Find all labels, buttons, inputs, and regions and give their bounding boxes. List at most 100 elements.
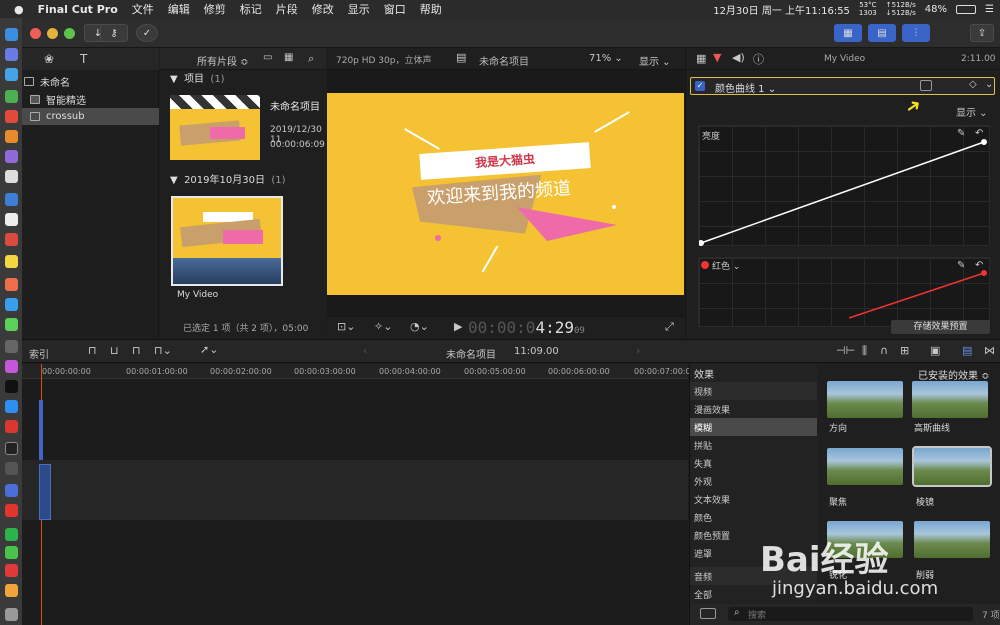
effects-tool-icon[interactable]: ✧⌄ [374,320,392,333]
category-video[interactable]: 视频 [690,382,817,400]
connect-clip-icon[interactable]: ⊓ [88,344,97,357]
minimize-window-button[interactable] [47,28,58,39]
insert-clip-icon[interactable]: ⊔ [110,344,119,357]
smart-collection-item[interactable]: 智能精选 [22,91,159,108]
speed-tool-icon[interactable]: ◔⌄ [410,320,429,333]
viewer-display-dropdown[interactable]: 显示 ⌄ [639,53,671,68]
battery-percent[interactable]: 48% [925,4,947,15]
library-item[interactable]: 未命名 [22,73,159,90]
category-blur[interactable]: 模糊 [690,418,817,436]
project-thumbnail[interactable] [170,95,260,160]
menu-file[interactable]: 文件 [132,1,154,17]
filmstrip-icon[interactable]: ▦ [284,52,293,63]
overwrite-clip-icon[interactable]: ⊓⌄ [154,344,172,357]
project-title[interactable]: 未命名项目 [270,98,320,113]
dock-launchpad-icon[interactable] [5,48,18,61]
dock-appstore-icon[interactable] [5,400,18,413]
calendar-date[interactable]: 12月30日 周一 上午11:16:55 [713,2,850,17]
append-clip-icon[interactable]: ⊓ [132,344,141,357]
dock-chrome-icon[interactable] [5,110,18,123]
category-looks[interactable]: 外观 [690,472,817,490]
dock-app-icon[interactable] [5,584,18,597]
effect-menu-icon[interactable]: ⌄ [985,79,993,90]
installed-effects-dropdown[interactable]: 已安装的效果 ≎ [918,367,990,382]
app-menu[interactable]: Final Cut Pro [38,3,118,16]
inspector-display-dropdown[interactable]: 显示 ⌄ [956,104,988,119]
effect-row[interactable]: ✓ 颜色曲线 1 ⌄ ◇ ⌄ [690,77,995,95]
show-browser-button[interactable]: ▦ [834,24,862,42]
skimming-icon[interactable]: ⊣⊢ [836,344,855,357]
menu-clip[interactable]: 片段 [276,1,298,17]
dock-app-icon[interactable] [5,380,18,393]
transitions-browser-icon[interactable]: ⋈ [984,344,995,357]
zoom-window-button[interactable] [64,28,75,39]
section-header-projects[interactable]: ▼ 项目 (1) [170,70,225,85]
clip-appearance-icon[interactable]: ▣ [930,344,940,357]
dock-app-icon[interactable] [5,360,18,373]
dock-trash-icon[interactable] [5,608,18,621]
timeline-ruler[interactable]: 00:00:00:00 00:00:01:00:00 00:00:02:00:0… [22,364,696,379]
effect-thumb-prism[interactable] [912,446,992,487]
dock-app-icon[interactable] [5,278,18,291]
fullscreen-icon[interactable]: ⤢ [665,320,674,334]
keyword-button[interactable]: ⚷ [100,24,128,42]
dock-finder-icon[interactable] [5,28,18,41]
menu-help[interactable]: 帮助 [420,1,442,17]
dock-app-icon[interactable] [5,340,18,353]
menu-modify[interactable]: 修改 [312,1,334,17]
play-button[interactable]: ▶ [454,320,462,333]
dock-app-icon[interactable] [5,462,18,475]
background-tasks-button[interactable]: ✓ [136,24,158,42]
close-window-button[interactable] [30,28,41,39]
library-photos-icon[interactable]: ❀ [44,52,54,66]
index-button[interactable]: 索引 [29,346,49,361]
effects-browser-icon[interactable]: ▤ [962,344,972,357]
dock-app-icon[interactable] [5,255,18,268]
effect-enable-checkbox[interactable]: ✓ [695,81,705,91]
control-center-icon[interactable]: ☰ [985,4,994,15]
category-tiling[interactable]: 拼贴 [690,436,817,454]
timeline-clip-bottom[interactable] [39,464,51,520]
dock-app-icon[interactable] [5,318,18,331]
category-distortion[interactable]: 失真 [690,454,817,472]
category-color[interactable]: 颜色 [690,508,817,526]
clip-thumbnail[interactable] [171,196,283,286]
effect-thumb-focus[interactable] [827,448,903,485]
event-item[interactable]: crossub [22,108,159,125]
timeline-area[interactable]: 00:00:00:00 00:00:01:00:00 00:00:02:00:0… [22,364,696,625]
category-text-effects[interactable]: 文本效果 [690,490,817,508]
dock-app-icon[interactable] [5,90,18,103]
dock-app-icon[interactable] [5,484,18,497]
timeline-clip-top[interactable] [39,400,43,460]
clip-appearance-icon[interactable]: ▭ [263,52,272,63]
dock-terminal-icon[interactable] [5,442,18,455]
menu-trim[interactable]: 修剪 [204,1,226,17]
dock-app-icon[interactable] [5,420,18,433]
dock-wechat-icon[interactable] [5,546,18,559]
video-canvas[interactable]: 我是大猫虫 欢迎来到我的频道 [327,93,684,295]
search-icon[interactable]: ⌕ [308,52,314,66]
transform-tool-icon[interactable]: ⊡⌄ [337,320,355,333]
menu-mark[interactable]: 标记 [240,1,262,17]
audio-skimming-icon[interactable]: ⫼ [862,344,867,358]
save-preset-button[interactable]: 存储效果预置 [891,320,990,334]
zoom-dropdown[interactable]: 71% ⌄ [589,53,623,64]
dock-app-icon[interactable] [5,150,18,163]
category-comic[interactable]: 漫画效果 [690,400,817,418]
dock-app-icon[interactable] [5,233,18,246]
menu-view[interactable]: 显示 [348,1,370,17]
audio-inspector-icon[interactable]: ◀) [732,51,745,64]
headphones-icon[interactable]: ∩ [880,344,888,357]
select-tool-icon[interactable]: ➚⌄ [200,343,218,356]
apple-icon[interactable]: ● [14,3,24,16]
dock-app-icon[interactable] [5,528,18,541]
dock-app-icon[interactable] [5,170,18,183]
forward-arrow-icon[interactable]: › [636,344,640,357]
dock-app-icon[interactable] [5,564,18,577]
red-curve-graph[interactable]: 红色 ⌄ ✎ ↶ [698,257,990,327]
share-button[interactable]: ⇪ [970,24,994,42]
info-inspector-icon[interactable]: ⓘ [753,51,764,67]
dock-safari-icon[interactable] [5,68,18,81]
effect-thumb-gaussian[interactable] [912,381,988,418]
show-timeline-button[interactable]: ▤ [868,24,896,42]
